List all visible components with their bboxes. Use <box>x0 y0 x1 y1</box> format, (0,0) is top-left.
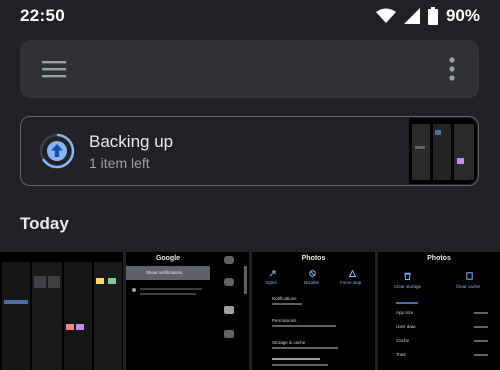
photo-tile[interactable] <box>0 252 123 370</box>
status-icons: 90% <box>375 6 480 26</box>
clear-cache-icon <box>466 272 473 280</box>
section-header-today: Today <box>20 214 69 233</box>
force-stop-icon <box>349 270 356 277</box>
tile-heading: Google <box>155 255 181 262</box>
row-total: Total <box>396 352 406 357</box>
photo-tile[interactable]: Photos Open Disable Force stop Notificat… <box>252 252 375 370</box>
photo-grid: Google Show notifications Photos Open Di… <box>0 252 500 370</box>
row-storage: Storage & cache <box>272 340 306 345</box>
battery-icon <box>427 7 438 25</box>
tile-notifications-text: Show notifications <box>146 270 183 275</box>
action-clear-storage: Clear storage <box>394 284 422 289</box>
row-cache: Cache <box>396 338 410 343</box>
backup-status-card[interactable]: Backing up 1 item left <box>20 116 479 186</box>
action-clear-cache: Clear cache <box>456 284 481 289</box>
row-permissions: Permissions <box>272 318 297 323</box>
more-vert-icon[interactable] <box>447 56 457 82</box>
backup-title: Backing up <box>89 132 174 151</box>
tile-heading: Photos <box>301 255 326 262</box>
backup-subtitle: 1 item left <box>89 155 150 171</box>
wifi-icon <box>375 8 396 23</box>
photo-tile[interactable]: Photos Clear storage Clear cache App siz… <box>378 252 500 370</box>
clear-storage-icon <box>404 272 411 280</box>
status-bar: 22:50 90% <box>0 0 500 32</box>
action-open: Open <box>266 280 278 285</box>
search-bar[interactable] <box>20 40 479 98</box>
action-disable: Disable <box>304 280 320 285</box>
row-notifications: Notifications <box>272 296 297 301</box>
photo-tile[interactable]: Google Show notifications <box>126 252 249 370</box>
status-time: 22:50 <box>20 6 65 25</box>
menu-icon[interactable] <box>42 59 66 79</box>
battery-percent: 90% <box>445 6 480 25</box>
row-app-size: App size <box>396 310 414 315</box>
tile-heading: Photos <box>427 255 451 262</box>
cell-signal-icon <box>403 8 420 24</box>
backup-item-thumbnail <box>409 118 477 184</box>
row-user-data: User data <box>396 324 416 329</box>
cloud-upload-icon <box>39 133 75 169</box>
action-force-stop: Force stop <box>340 280 362 285</box>
disable-icon <box>309 270 316 277</box>
open-icon <box>269 270 276 277</box>
